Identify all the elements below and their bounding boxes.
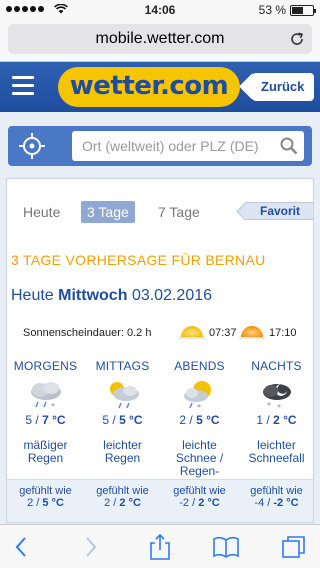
share-icon[interactable] [146,533,174,561]
period-description: leichter Schneefall [248,438,305,465]
period-name: MORGENS [13,359,78,373]
period-temp: 5 / 7 °C [25,413,66,427]
sun-cloud-rain-icon [109,382,139,409]
period-nachts: NACHTS * * 1 / 2 °C leichter Schneefall [238,359,313,465]
forward-arrow-icon[interactable] [76,533,104,561]
svg-text:*: * [277,403,281,411]
felt-temp-mittags: gefühlt wie 2 / 2 °C [96,485,149,509]
back-arrow-icon[interactable] [8,533,36,561]
address-bar[interactable]: mobile.wetter.com [8,24,312,54]
location-search-bar [8,126,312,166]
sunrise-time: 07:37 [209,327,237,339]
tabs-icon[interactable] [280,533,308,561]
tab-heute[interactable]: Heute [17,201,66,223]
period-temp: 1 / 2 °C [256,413,297,427]
forecast-headline: 3 TAGE VORHERSAGE FÜR BERNAU [11,252,266,268]
felt-temp-abends: gefühlt wie -2 / 2 °C [173,485,226,509]
period-description: mäßiger Regen [23,438,68,465]
day-prefix: Heute [11,287,54,304]
site-header: wetter.com Zurück [0,62,320,112]
browser-url-area: mobile.wetter.com [0,20,320,62]
url-text[interactable]: mobile.wetter.com [8,30,312,48]
bookmarks-icon[interactable] [212,533,240,561]
period-morgens: MORGENS * 5 / 7 °C mäßiger Regen [7,359,84,465]
sunset-icon [239,326,265,339]
reload-icon[interactable] [288,30,306,48]
period-name: MITTAGS [95,359,150,373]
wetter-logo[interactable]: wetter.com [58,67,240,107]
period-abends: ABENDS * 2 / 5 °C leichte Schnee / Regen… [161,359,238,491]
sun-cloud-snow-icon: * [183,381,211,411]
moon-cloud-snow-icon: * * [262,384,291,411]
period-temp: 2 / 5 °C [179,413,220,427]
felt-temp-morgens: gefühlt wie 2 / 5 °C [19,485,72,509]
svg-text:*: * [197,403,201,411]
forecast-card: Heute 3 Tage 7 Tage Favorit 3 TAGE VORHE… [6,178,314,523]
search-icon[interactable] [280,137,298,155]
sunrise-icon [179,326,205,339]
status-bar: 14:06 53 % [0,0,320,20]
date: 03.02.2016 [131,287,213,304]
weekday: Mittwoch [58,287,128,304]
browser-toolbar [0,524,320,568]
tab-3-tage[interactable]: 3 Tage [81,201,135,223]
period-mittags: MITTAGS 5 / 5 °C leichter Regen [84,359,161,465]
felt-temperature-row: gefühlt wie 2 / 5 °C gefühlt wie 2 / 2 °… [7,479,313,522]
period-temp: 5 / 5 °C [102,413,143,427]
search-input[interactable] [72,131,304,161]
forecast-date: Heute Mittwoch 03.02.2016 [11,287,212,305]
menu-icon[interactable] [12,76,34,96]
period-name: ABENDS [174,359,225,373]
svg-text:*: * [51,402,55,411]
sunshine-duration: Sonnenscheindauer: 0.2 h [23,327,152,339]
back-button[interactable]: Zurück [252,73,314,101]
period-description: leichter Regen [103,438,142,465]
tab-7-tage[interactable]: 7 Tage [152,201,206,223]
sunset-time: 17:10 [269,327,297,339]
battery-percent: 53 % [258,3,286,17]
locate-icon[interactable] [16,132,48,160]
favorite-button[interactable]: Favorit [245,202,313,220]
sun-info: Sonnenscheindauer: 0.2 h 07:37 17:10 [23,325,313,343]
period-name: NACHTS [251,359,302,373]
snow-rain-cloud-icon: * [30,382,61,411]
battery-icon [290,4,316,16]
felt-temp-nachts: gefühlt wie -4 / -2 °C [250,485,303,509]
svg-text:*: * [267,401,271,410]
